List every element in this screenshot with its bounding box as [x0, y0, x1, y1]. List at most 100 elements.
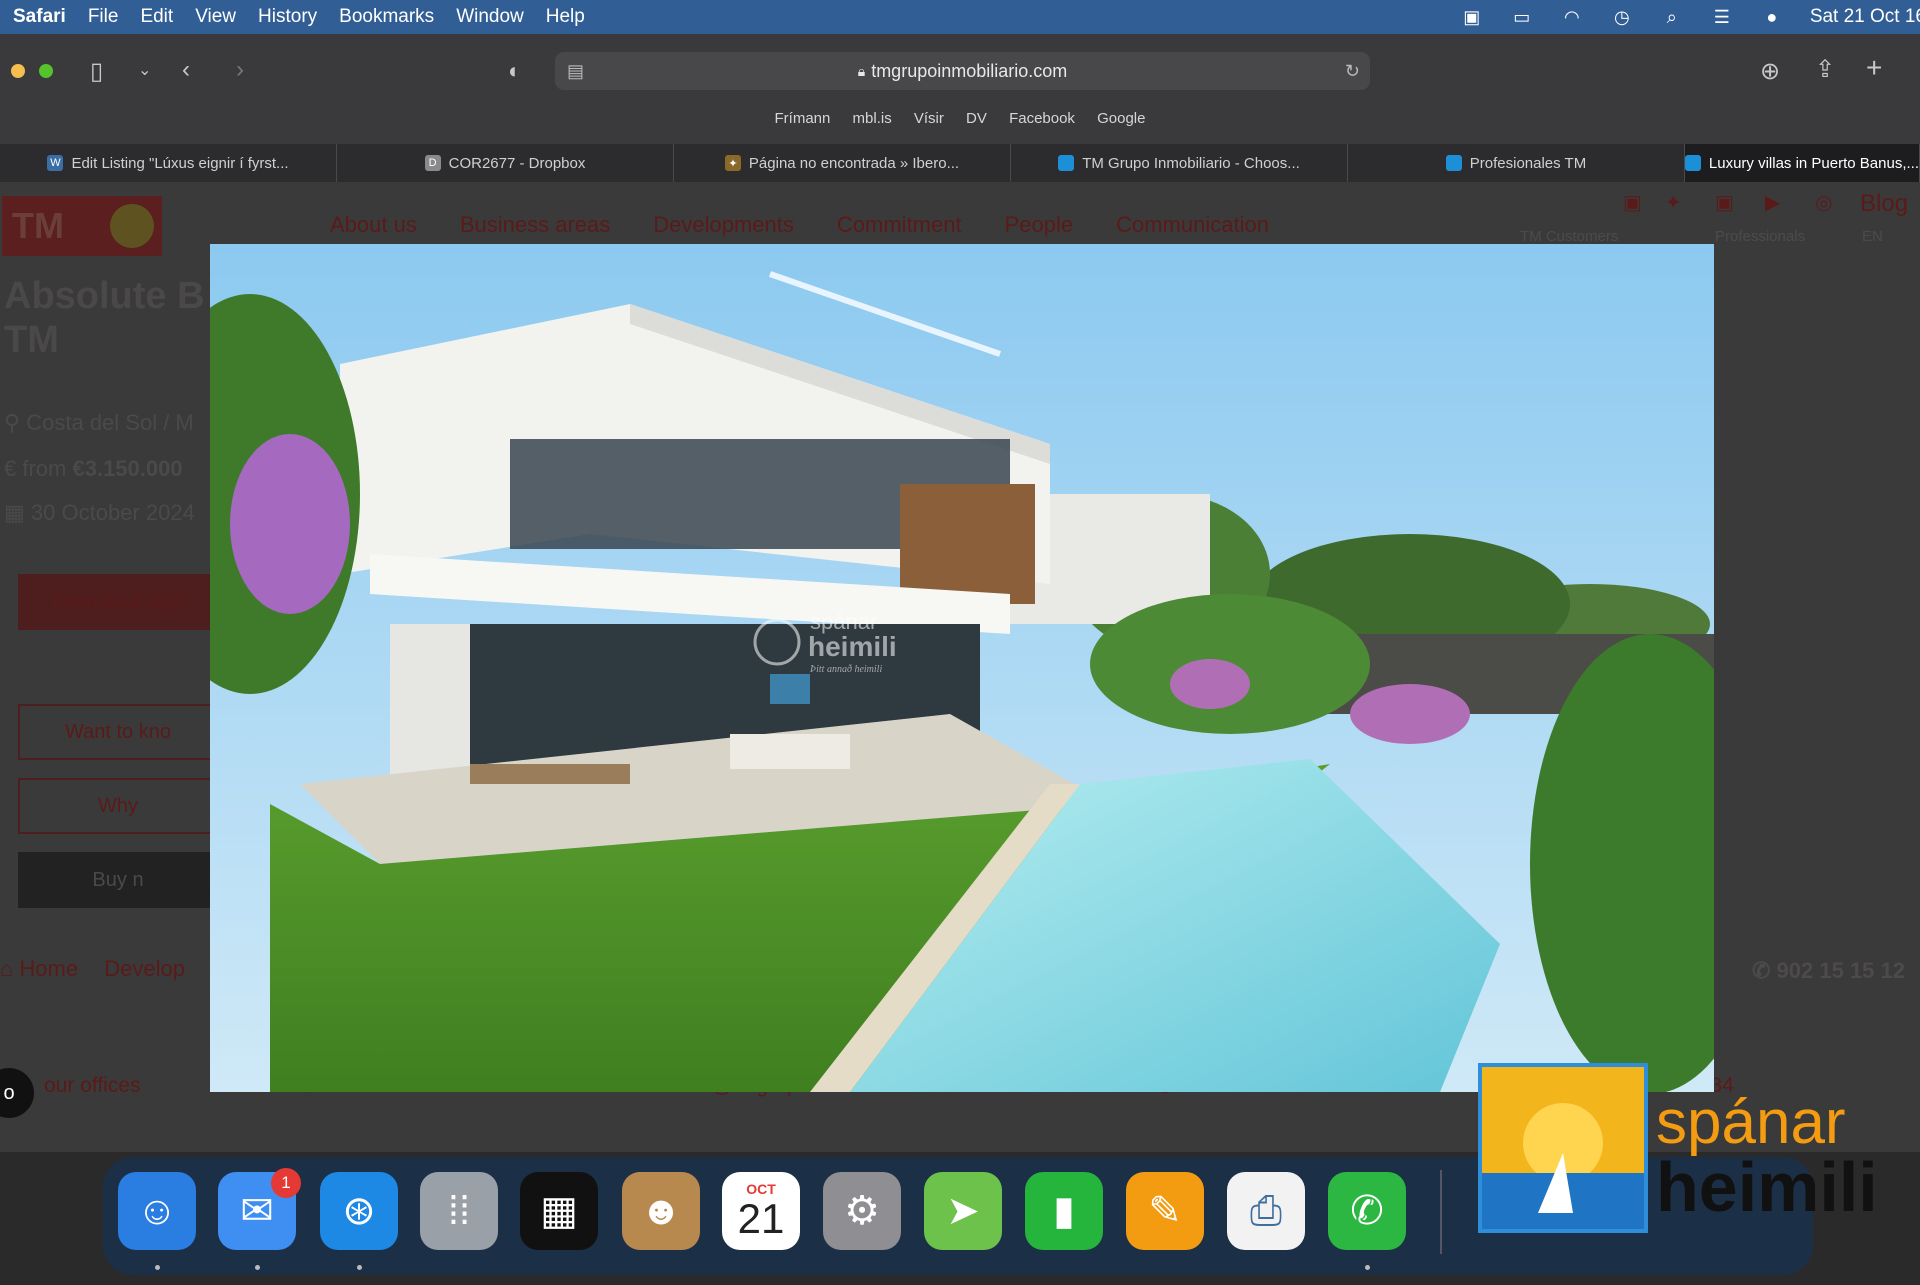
menu-bookmarks[interactable]: Bookmarks — [339, 6, 434, 28]
want-to-know-button[interactable]: Want to kno — [18, 704, 218, 760]
menu-view[interactable]: View — [195, 6, 236, 28]
download-button[interactable]: Download digit — [18, 574, 218, 630]
pages-icon[interactable]: ✎ — [1126, 1172, 1204, 1250]
youtube-icon[interactable]: ▶ — [1765, 190, 1780, 215]
menu-safari[interactable]: Safari — [13, 6, 66, 28]
tab-profesionales[interactable]: Profesionales TM — [1348, 144, 1685, 182]
menu-history[interactable]: History — [258, 6, 317, 28]
contacts-icon[interactable]: ☻ — [622, 1172, 700, 1250]
screen-mirror-icon[interactable]: ▣ — [1460, 7, 1484, 27]
menu-window[interactable]: Window — [456, 6, 524, 28]
watermark-line1: spánar — [1656, 1088, 1846, 1157]
tab-ibero[interactable]: ✦ Página no encontrada » Ibero... — [674, 144, 1011, 182]
chat-widget-icon[interactable]: o — [0, 1068, 34, 1118]
battery-icon[interactable]: ▭ — [1510, 7, 1534, 27]
new-tab-icon[interactable]: + — [1866, 52, 1882, 84]
instagram-icon[interactable]: ◎ — [1815, 190, 1832, 215]
language-select[interactable]: EN — [1862, 228, 1883, 245]
menu-edit[interactable]: Edit — [140, 6, 173, 28]
wordpress-icon: W — [47, 155, 64, 171]
lightbox-photo[interactable]: spánar heimili Þitt annað heimili — [210, 244, 1714, 1092]
nav-commitment[interactable]: Commitment — [837, 212, 962, 238]
logo-circle — [110, 204, 154, 248]
share-icon[interactable]: ⇪ — [1815, 55, 1835, 84]
calendar-icon[interactable]: OCT 21 — [722, 1172, 800, 1250]
address-bar[interactable]: ▤ 🔒︎ tmgrupoinmobiliario.com ↻ — [555, 52, 1370, 90]
menu-clock[interactable]: Sat 21 Oct 16 — [1810, 6, 1920, 28]
launchpad-icon[interactable]: ⁞⁞ — [420, 1172, 498, 1250]
wifi-icon[interactable]: ◠ — [1560, 7, 1584, 27]
facebook-icon[interactable]: ▣ — [1715, 190, 1734, 215]
control-center-icon[interactable]: ☰ — [1710, 7, 1734, 27]
reader-icon[interactable]: ▤ — [567, 61, 584, 82]
favorite-link[interactable]: DV — [966, 110, 987, 127]
back-icon[interactable]: ‹ — [182, 56, 190, 84]
numbers-icon[interactable]: ▮ — [1025, 1172, 1103, 1250]
logo-text: TM — [12, 205, 64, 246]
favorite-link[interactable]: mbl.is — [853, 110, 892, 127]
site-logo[interactable]: TM — [2, 196, 162, 256]
spotlight-search-icon[interactable]: ⌕ — [1660, 7, 1684, 27]
favorite-link[interactable]: Frímann — [775, 110, 831, 127]
chevron-down-icon[interactable]: ⌄ — [138, 60, 151, 80]
linkedin-icon[interactable]: ▣ — [1623, 190, 1642, 215]
tab-edit-listing[interactable]: W Edit Listing "Lúxus eignir í fyrst... — [0, 144, 337, 182]
why-button[interactable]: Why — [18, 778, 218, 834]
price-value: €3.150.000 — [72, 456, 183, 481]
price-row: € from €3.150.000 — [4, 456, 183, 481]
tab-label: COR2677 - Dropbox — [448, 154, 586, 172]
tab-label: TM Grupo Inmobiliario - Choos... — [1082, 154, 1300, 172]
running-indicator — [357, 1265, 362, 1270]
download-icon[interactable]: ⊕ — [1760, 57, 1780, 86]
nav-people[interactable]: People — [1005, 212, 1074, 238]
customers-link[interactable]: TM Customers — [1520, 228, 1618, 245]
printer-icon[interactable]: ⎙ — [1227, 1172, 1305, 1250]
running-indicator — [255, 1265, 260, 1270]
tab-bar: W Edit Listing "Lúxus eignir í fyrst... D… — [0, 144, 1920, 182]
sidebar-icon[interactable]: ▯ — [90, 57, 103, 86]
minimize-button[interactable] — [11, 64, 25, 78]
date-row: ▦ 30 October 2024 — [4, 500, 195, 526]
nav-developments[interactable]: Developments — [653, 212, 794, 238]
price-prefix: from — [22, 456, 67, 481]
buy-button[interactable]: Buy n — [18, 852, 218, 908]
safari-icon[interactable]: ⊛ — [320, 1172, 398, 1250]
watermark-line2: heimili — [1656, 1148, 1878, 1226]
menu-file[interactable]: File — [88, 6, 119, 28]
favorite-link[interactable]: Facebook — [1009, 110, 1075, 127]
siri-icon[interactable]: ● — [1760, 7, 1784, 27]
maps-icon[interactable]: ➤ — [924, 1172, 1002, 1250]
breadcrumb-home[interactable]: Home — [19, 956, 78, 981]
home-icon: ⌂ — [0, 956, 20, 981]
phone-number[interactable]: ✆ 902 15 15 12 — [1752, 958, 1905, 984]
nav-communication[interactable]: Communication — [1116, 212, 1269, 238]
menu-bar: Safari File Edit View History Bookmarks … — [0, 0, 1920, 34]
finder-icon[interactable]: ☺ — [118, 1172, 196, 1250]
nav-about[interactable]: About us — [330, 212, 417, 238]
nav-business[interactable]: Business areas — [460, 212, 610, 238]
menu-help[interactable]: Help — [546, 6, 585, 28]
professionals-link[interactable]: Professionals — [1715, 228, 1805, 245]
reload-icon[interactable]: ↻ — [1345, 61, 1360, 82]
blog-link[interactable]: Blog — [1860, 190, 1908, 218]
tab-label: Profesionales TM — [1469, 154, 1587, 172]
watermark-logo: spánar heimili — [1478, 1063, 1920, 1280]
system-settings-icon[interactable]: ⚙ — [823, 1172, 901, 1250]
mission-control-icon[interactable]: ▦ — [520, 1172, 598, 1250]
favorite-link[interactable]: Google — [1097, 110, 1145, 127]
breadcrumb-developments[interactable]: Develop — [104, 956, 185, 981]
privacy-shield-icon[interactable]: ◐ — [508, 58, 521, 84]
twitter-icon[interactable]: ✦ — [1665, 190, 1682, 215]
tab-luxury-villas[interactable]: Luxury villas in Puerto Banus,... — [1685, 144, 1920, 182]
whatsapp-icon[interactable]: ✆ — [1328, 1172, 1406, 1250]
tab-dropbox[interactable]: D COR2677 - Dropbox — [337, 144, 674, 182]
time-machine-icon[interactable]: ◷ — [1610, 7, 1634, 27]
footer-offices[interactable]: our offices — [44, 1074, 141, 1098]
running-indicator — [1365, 1265, 1370, 1270]
phone-text: 902 15 15 12 — [1776, 958, 1906, 983]
favorite-link[interactable]: Vísir — [914, 110, 944, 127]
zoom-button[interactable] — [39, 64, 53, 78]
tab-tm-grupo[interactable]: TM Grupo Inmobiliario - Choos... — [1011, 144, 1348, 182]
forward-icon[interactable]: › — [236, 56, 244, 84]
title-line: TM — [4, 319, 59, 361]
